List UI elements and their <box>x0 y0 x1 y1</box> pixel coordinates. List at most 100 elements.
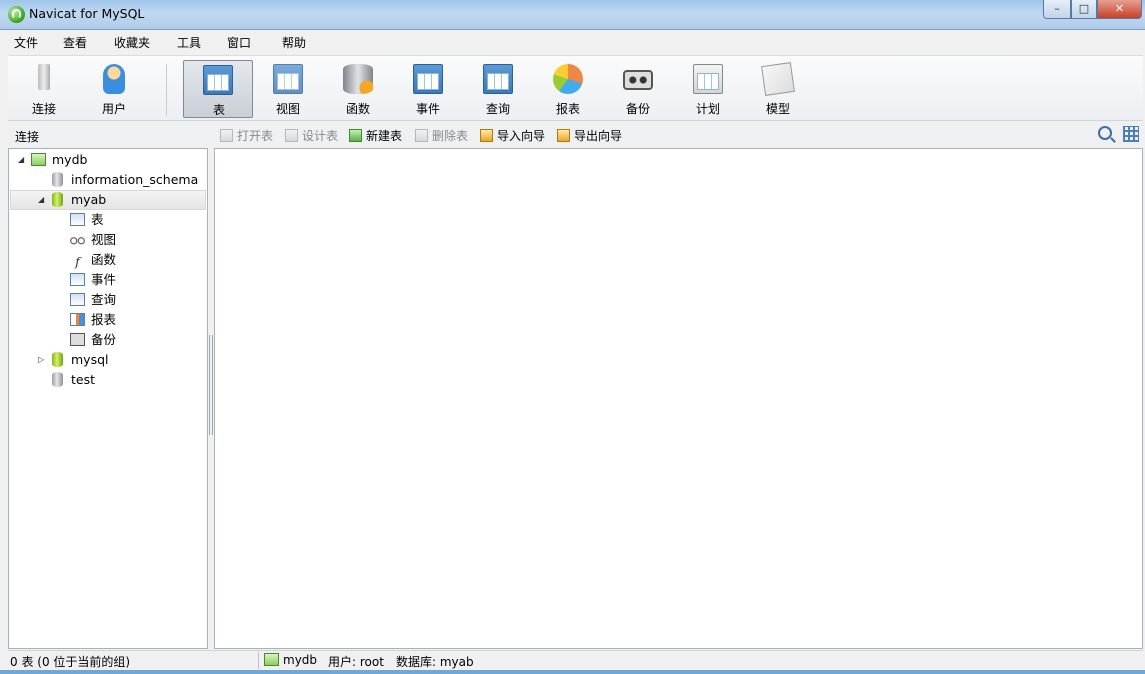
query-icon <box>70 293 85 306</box>
tree-db-label: test <box>71 372 96 387</box>
tree-db-mysql[interactable]: mysql <box>52 350 109 370</box>
minimize-button[interactable]: – <box>1043 0 1071 19</box>
tree-db-label: mysql <box>71 352 109 367</box>
toolbar-connect-button[interactable]: 连接 <box>10 60 78 118</box>
tree-db-test[interactable]: test <box>52 370 95 390</box>
menu-tools[interactable]: 工具 <box>177 34 201 51</box>
tree-connection-mydb[interactable]: mydb <box>31 150 87 170</box>
toolbar-schedule-label: 计划 <box>695 102 720 116</box>
connect-icon <box>38 64 50 90</box>
tree-item-label: 函数 <box>91 252 117 267</box>
new-table-button[interactable]: 新建表 <box>349 127 402 143</box>
toolbar-query-label: 查询 <box>485 102 510 116</box>
delete-table-icon <box>415 129 428 142</box>
design-table-icon <box>285 129 298 142</box>
status-database: 数据库: myab <box>396 655 474 669</box>
tree-item-label: 事件 <box>91 272 117 287</box>
menu-favorites[interactable]: 收藏夹 <box>114 34 150 51</box>
toolbar-report-button[interactable]: 报表 <box>534 60 602 118</box>
toolbar-schedule-button[interactable]: 计划 <box>674 60 742 118</box>
connection-section-label: 连接 <box>15 130 40 144</box>
status-object-count: 0 表 (0 位于当前的组) <box>10 655 131 669</box>
window-bottom-edge <box>0 670 1145 674</box>
menu-window[interactable]: 窗口 <box>227 34 251 51</box>
open-database-icon <box>52 352 63 367</box>
tree-item-views[interactable]: 视图 <box>70 230 116 250</box>
maximize-button[interactable]: □ <box>1071 0 1097 19</box>
expand-arrow-icon[interactable]: ▷ <box>38 355 44 364</box>
tree-item-functions[interactable]: f 函数 <box>70 250 116 270</box>
search-icon[interactable] <box>1098 126 1112 140</box>
toolbar-table-button[interactable]: 表 <box>183 60 253 118</box>
export-wizard-button[interactable]: 导出向导 <box>557 127 622 143</box>
app-window: Navicat for MySQL – □ ✕ 文件 查看 收藏夹 工具 窗口 … <box>0 0 1145 674</box>
event-icon <box>413 64 443 94</box>
tree-item-tables[interactable]: 表 <box>70 210 104 230</box>
splitter-grip[interactable] <box>209 335 213 435</box>
object-list-panel[interactable] <box>214 148 1143 649</box>
schedule-icon <box>693 64 723 94</box>
grid-view-icon[interactable] <box>1123 126 1139 142</box>
table-icon <box>70 213 85 226</box>
toolbar-view-label: 视图 <box>275 102 300 116</box>
report-icon <box>70 313 85 326</box>
title-bar[interactable]: Navicat for MySQL – □ ✕ <box>0 0 1145 30</box>
tree-item-label: 备份 <box>91 332 117 347</box>
toolbar-event-label: 事件 <box>415 102 440 116</box>
open-table-button[interactable]: 打开表 <box>220 127 273 143</box>
database-icon <box>52 172 63 187</box>
tree-connection-label: mydb <box>52 152 88 167</box>
open-table-label: 打开表 <box>237 129 274 143</box>
collapse-arrow-icon[interactable]: ◢ <box>38 195 44 204</box>
open-database-icon <box>52 192 63 207</box>
close-button[interactable]: ✕ <box>1097 0 1142 19</box>
toolbar-function-label: 函数 <box>345 102 370 116</box>
tree-item-backups[interactable]: 备份 <box>70 330 116 350</box>
backup-icon <box>623 70 653 90</box>
connection-icon <box>31 153 46 166</box>
model-icon <box>761 62 795 96</box>
tree-item-events[interactable]: 事件 <box>70 270 116 290</box>
toolbar-query-button[interactable]: 查询 <box>464 60 532 118</box>
status-bar: 0 表 (0 位于当前的组) mydb 用户: root 数据库: myab <box>8 650 1143 670</box>
tree-db-myab[interactable]: myab <box>52 190 106 210</box>
design-table-label: 设计表 <box>302 129 339 143</box>
report-icon <box>553 64 583 94</box>
toolbar-separator <box>166 64 167 116</box>
toolbar-user-button[interactable]: 用户 <box>80 60 148 118</box>
window-title: Navicat for MySQL <box>29 6 145 21</box>
view-icon <box>70 233 85 246</box>
backup-icon <box>70 333 85 346</box>
status-user: 用户: root <box>328 655 384 669</box>
design-table-button[interactable]: 设计表 <box>285 127 338 143</box>
toolbar-table-label: 表 <box>212 103 225 117</box>
database-icon <box>52 372 63 387</box>
tree-db-information-schema[interactable]: information_schema <box>52 170 198 190</box>
object-toolbar: 连接 打开表 设计表 新建表 删除表 导入向导 导出向导 <box>8 122 1143 148</box>
toolbar-function-button[interactable]: 函数 <box>324 60 392 118</box>
import-wizard-button[interactable]: 导入向导 <box>480 127 545 143</box>
tree-item-label: 表 <box>91 212 104 227</box>
tree-item-queries[interactable]: 查询 <box>70 290 116 310</box>
toolbar-view-button[interactable]: 视图 <box>254 60 322 118</box>
toolbar-report-label: 报表 <box>555 102 580 116</box>
menu-help[interactable]: 帮助 <box>282 34 306 51</box>
delete-table-button[interactable]: 删除表 <box>415 127 468 143</box>
main-toolbar: 连接 用户 表 视图 函数 事件 查询 报表 备份 计划 模型 <box>8 55 1143 121</box>
collapse-arrow-icon[interactable]: ◢ <box>18 155 24 164</box>
toolbar-backup-button[interactable]: 备份 <box>604 60 672 118</box>
new-table-label: 新建表 <box>366 129 403 143</box>
tree-item-label: 视图 <box>91 232 117 247</box>
status-connection: mydb <box>264 653 317 667</box>
menu-view[interactable]: 查看 <box>63 34 87 51</box>
toolbar-user-label: 用户 <box>101 102 126 116</box>
function-icon <box>343 64 373 94</box>
tree-item-reports[interactable]: 报表 <box>70 310 116 330</box>
table-icon <box>203 65 233 95</box>
toolbar-event-button[interactable]: 事件 <box>394 60 462 118</box>
menu-file[interactable]: 文件 <box>14 34 38 51</box>
import-wizard-icon <box>480 129 493 142</box>
toolbar-model-button[interactable]: 模型 <box>744 60 812 118</box>
menu-bar: 文件 查看 收藏夹 工具 窗口 帮助 <box>8 31 1143 53</box>
new-table-icon <box>349 129 362 142</box>
